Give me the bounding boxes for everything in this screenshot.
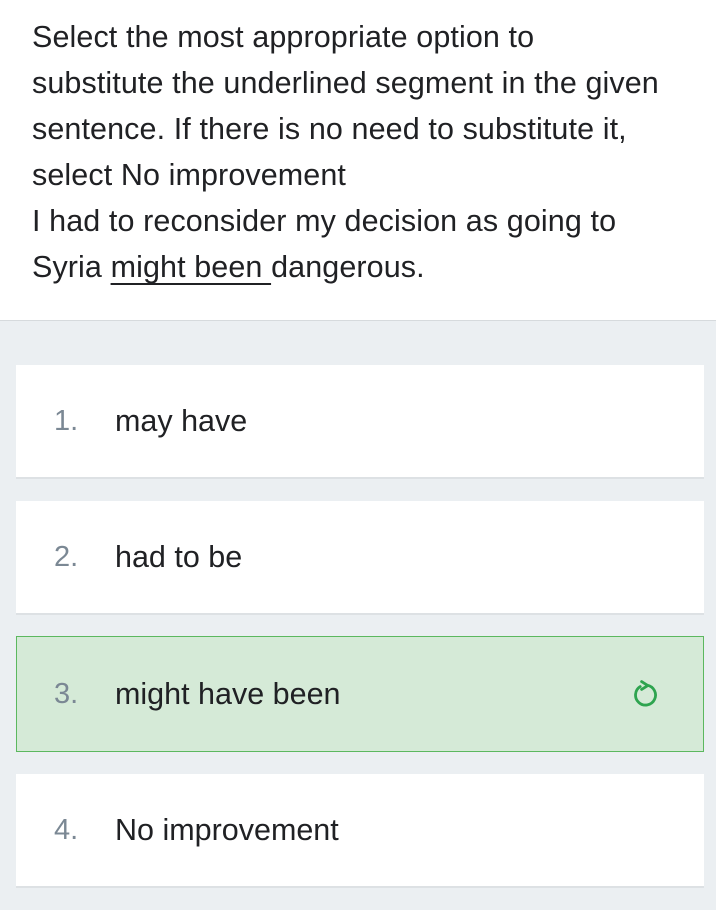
underlined-segment: might been: [110, 250, 272, 284]
question-line: sentence. If there is no need to substit…: [32, 112, 627, 146]
option-1[interactable]: 1. may have: [16, 365, 704, 479]
option-number: 4.: [54, 813, 79, 846]
retry-icon[interactable]: [631, 680, 659, 708]
option-label: might have been: [115, 676, 341, 711]
question-line: Select the most appropriate option to: [32, 20, 535, 54]
option-label: had to be: [115, 539, 243, 574]
option-number: 2.: [54, 540, 79, 573]
sentence-suffix: dangerous.: [271, 250, 425, 284]
option-2[interactable]: 2. had to be: [16, 501, 704, 615]
options-list: 1. may have 2. had to be 3. might have b…: [16, 365, 704, 910]
option-number: 3.: [54, 677, 79, 710]
sentence-prefix: Syria: [32, 250, 111, 284]
question-panel: Select the most appropriate option to su…: [0, 0, 716, 321]
option-label: may have: [115, 403, 248, 438]
option-number: 1.: [54, 404, 79, 437]
option-3-selected[interactable]: 3. might have been: [16, 636, 704, 752]
question-sentence-line: Syria might been dangerous.: [32, 244, 702, 290]
question-text: Select the most appropriate option to su…: [32, 14, 702, 290]
question-line: select No improvement: [32, 158, 346, 192]
option-label: No improvement: [115, 812, 339, 847]
question-sentence-line: I had to reconsider my decision as going…: [32, 204, 617, 238]
question-line: substitute the underlined segment in the…: [32, 66, 659, 100]
option-4[interactable]: 4. No improvement: [16, 774, 704, 888]
